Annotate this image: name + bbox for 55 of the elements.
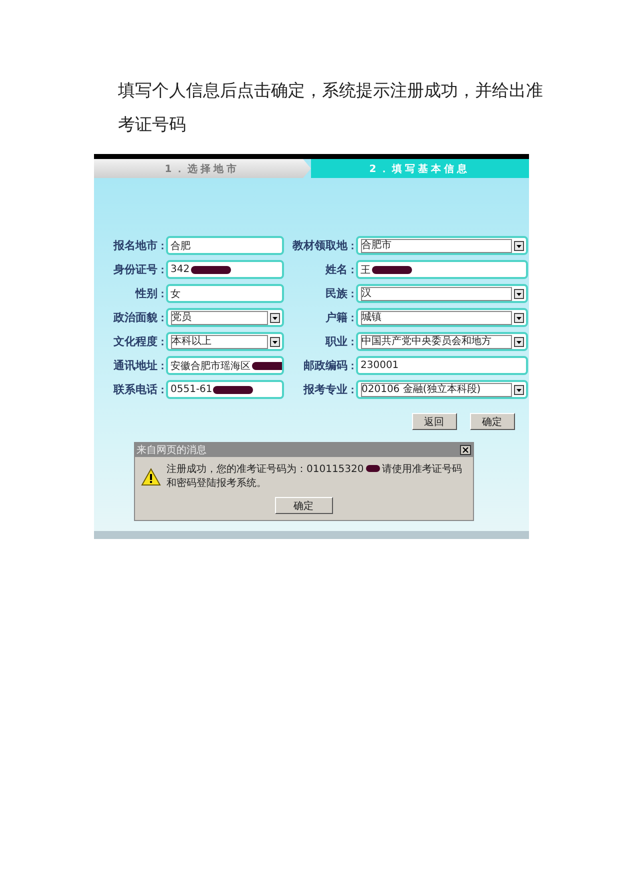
colon: ：: [348, 288, 356, 300]
field-label: 民族: [326, 286, 348, 301]
text-field[interactable]: 230001: [356, 356, 528, 375]
redaction-mark: [190, 266, 231, 274]
select-field[interactable]: 汉: [356, 284, 528, 303]
text-field[interactable]: 342: [166, 260, 284, 279]
warning-icon: [140, 468, 160, 486]
select-field[interactable]: 中国共产党中央委员会和地方: [356, 332, 528, 351]
text-field[interactable]: 女: [166, 284, 284, 303]
redaction-mark: [372, 266, 412, 274]
colon: ：: [158, 264, 166, 276]
colon: ：: [158, 360, 166, 372]
field-label: 通讯地址: [114, 358, 158, 373]
redaction-mark: [213, 386, 254, 394]
select-field[interactable]: 020106 金融(独立本科段): [356, 380, 528, 399]
select-field[interactable]: 城镇: [356, 308, 528, 327]
field-label: 报考专业: [304, 382, 348, 397]
colon: ：: [348, 336, 356, 348]
colon: ：: [158, 312, 166, 324]
field-label: 性别: [136, 286, 158, 301]
dialog-title: 来自网页的消息: [136, 444, 206, 457]
field-label: 职业: [326, 334, 348, 349]
select-field[interactable]: 党员: [166, 308, 284, 327]
ok-button[interactable]: 确定: [274, 497, 332, 514]
field-label: 联系电话: [114, 382, 158, 397]
confirm-button[interactable]: 确定: [470, 413, 514, 430]
field-label: 报名地市: [114, 238, 158, 253]
text-field[interactable]: 王: [356, 260, 528, 279]
message-text: 注册成功，您的准考证号码为：010115320 请使用准考证号码和密码登陆报考系统。: [166, 463, 463, 491]
back-button[interactable]: 返回: [412, 413, 456, 430]
field-label: 政治面貌: [114, 310, 158, 325]
field-label: 教材领取地: [292, 238, 348, 253]
colon: ：: [158, 336, 166, 348]
colon: ：: [158, 384, 166, 396]
field-label: 文化程度: [114, 334, 158, 349]
colon: ：: [348, 264, 356, 276]
redaction-mark: [252, 362, 282, 370]
close-icon[interactable]: [460, 445, 470, 455]
instruction-text: 填写个人信息后点击确定，系统提示注册成功，并给出准考证号码: [118, 80, 544, 136]
colon: ：: [348, 240, 356, 252]
text-field[interactable]: 合肥: [166, 236, 284, 255]
field-label: 姓名: [326, 262, 348, 277]
text-field[interactable]: 安徽合肥市瑶海区: [166, 356, 284, 375]
colon: ：: [348, 384, 356, 396]
field-label: 身份证号: [114, 262, 158, 277]
field-label: 户籍: [326, 310, 348, 325]
redaction-mark: [366, 465, 380, 472]
text-field[interactable]: 0551-61: [166, 380, 284, 399]
field-label: 邮政编码: [304, 358, 348, 373]
colon: ：: [348, 360, 356, 372]
colon: ：: [348, 312, 356, 324]
colon: ：: [158, 240, 166, 252]
select-field[interactable]: 合肥市: [356, 236, 528, 255]
select-field[interactable]: 本科以上: [166, 332, 284, 351]
colon: ：: [158, 288, 166, 300]
